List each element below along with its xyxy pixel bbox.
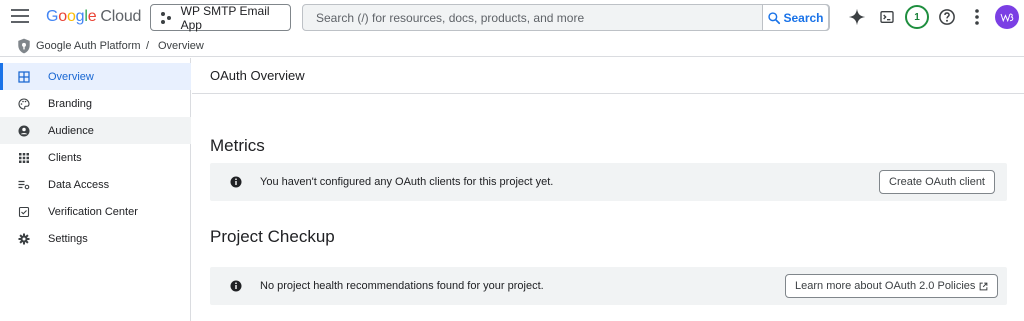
main-header: OAuth Overview: [192, 58, 1024, 94]
sidebar-item-label: Verification Center: [48, 206, 138, 218]
open-in-new-icon: [980, 282, 988, 290]
sidebar-item-label: Data Access: [48, 179, 110, 191]
sidebar: Overview Branding Audience Clients Data …: [0, 58, 191, 321]
learn-more-oauth-policies-link[interactable]: Learn more about OAuth 2.0 Policies: [785, 274, 999, 298]
sidebar-item-settings[interactable]: Settings: [0, 225, 191, 252]
info-icon: [230, 176, 242, 188]
sidebar-item-label: Clients: [48, 152, 82, 164]
sidebar-item-verification-center[interactable]: Verification Center: [0, 198, 191, 225]
person-circle-icon: [18, 125, 30, 137]
checkup-info-bar: No project health recommendations found …: [210, 267, 1007, 305]
sidebar-item-clients[interactable]: Clients: [0, 144, 191, 171]
google-cloud-logo[interactable]: Google Cloud: [46, 8, 141, 26]
sidebar-item-overview[interactable]: Overview: [0, 63, 191, 90]
project-dots-icon: [161, 11, 173, 24]
project-name: WP SMTP Email App: [180, 3, 270, 32]
metrics-info-bar: You haven't configured any OAuth clients…: [210, 163, 1007, 201]
page-title: OAuth Overview: [210, 68, 305, 83]
grid-dots-icon: [18, 152, 30, 164]
gemini-sparkle-icon[interactable]: [846, 6, 868, 28]
help-icon[interactable]: [936, 6, 958, 28]
metrics-message: You haven't configured any OAuth clients…: [260, 176, 554, 188]
search-input[interactable]: [303, 5, 763, 30]
logo-cloud-text: Cloud: [100, 8, 142, 25]
sidebar-item-label: Settings: [48, 233, 88, 245]
dashboard-icon: [18, 71, 30, 83]
learn-more-label: Learn more about OAuth 2.0 Policies: [795, 280, 976, 292]
top-bar: GoogleCloud WP SMTP Email App Search 1: [0, 0, 1024, 35]
breadcrumb: Google Auth Platform / Overview: [0, 35, 1024, 57]
search-button[interactable]: Search: [762, 4, 829, 31]
project-checkup-heading: Project Checkup: [210, 227, 335, 246]
metrics-heading: Metrics: [210, 136, 265, 155]
search-button-label: Search: [783, 10, 824, 25]
data-access-icon: [18, 179, 30, 191]
palette-icon: [18, 98, 30, 110]
avatar-glyph-icon: [1000, 13, 1014, 23]
breadcrumb-root-link[interactable]: Google Auth Platform: [36, 40, 141, 52]
sidebar-item-label: Overview: [48, 71, 94, 83]
breadcrumb-separator: /: [146, 40, 150, 52]
shield-icon: [18, 38, 30, 54]
cloud-shell-icon[interactable]: [876, 6, 898, 28]
sidebar-item-data-access[interactable]: Data Access: [0, 171, 191, 198]
info-icon: [230, 280, 242, 292]
search-bar: Search: [302, 4, 830, 31]
project-picker-button[interactable]: WP SMTP Email App: [150, 3, 291, 32]
avatar[interactable]: [995, 5, 1019, 29]
checkup-message: No project health recommendations found …: [260, 280, 544, 292]
logo-google-text: Google: [46, 8, 97, 25]
sidebar-item-branding[interactable]: Branding: [0, 90, 191, 117]
create-oauth-client-label: Create OAuth client: [889, 176, 985, 188]
create-oauth-client-button[interactable]: Create OAuth client: [879, 170, 995, 194]
sidebar-item-audience[interactable]: Audience: [0, 117, 191, 144]
breadcrumb-current[interactable]: Overview: [158, 40, 204, 52]
more-vert-icon[interactable]: [966, 6, 988, 28]
menu-icon[interactable]: [11, 9, 29, 25]
sidebar-item-label: Audience: [48, 125, 94, 137]
search-icon: [768, 11, 781, 24]
notification-count-badge[interactable]: 1: [905, 5, 929, 29]
verified-checkbox-icon: [18, 206, 30, 218]
gear-icon: [18, 233, 30, 245]
sidebar-item-label: Branding: [48, 98, 93, 110]
